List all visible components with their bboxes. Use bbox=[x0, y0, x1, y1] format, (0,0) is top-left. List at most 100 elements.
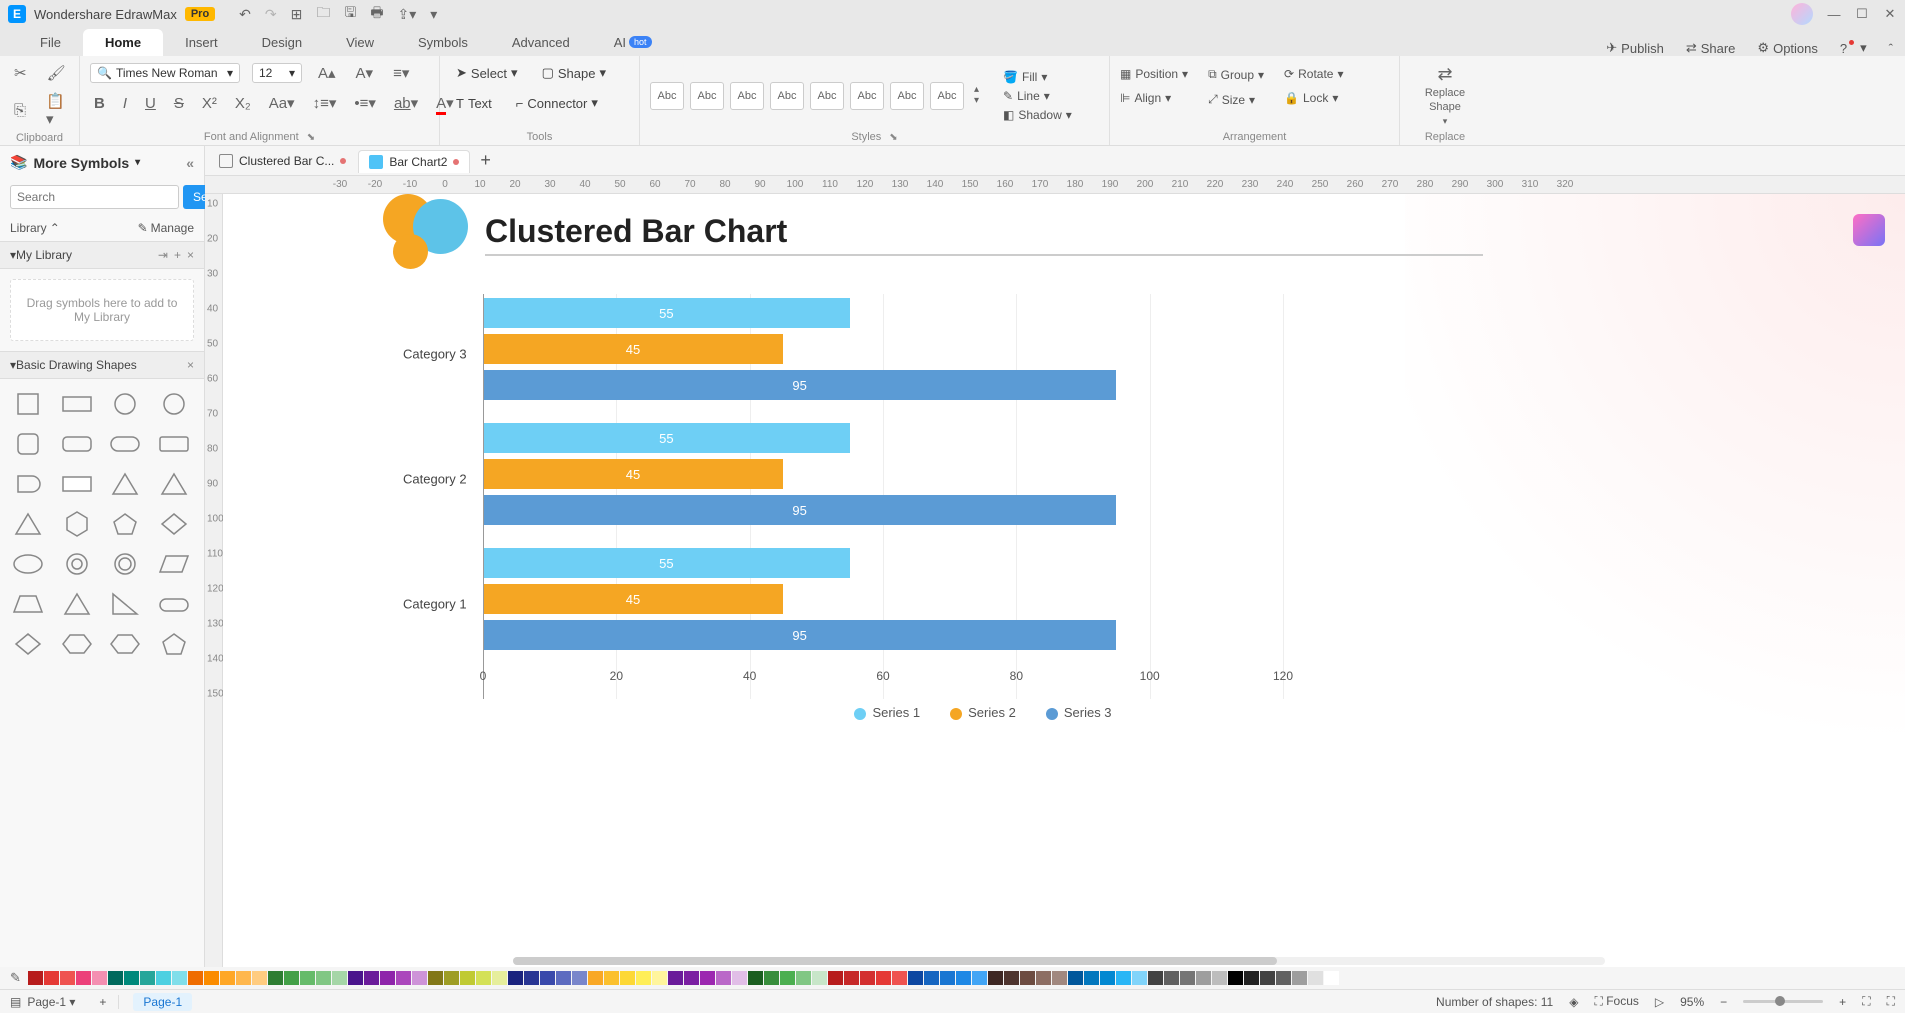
color-swatch[interactable] bbox=[684, 971, 699, 985]
drawing-canvas[interactable]: Clustered Bar Chart Category 3554595Cate… bbox=[223, 194, 1905, 967]
my-library-section[interactable]: ▾ My Library ⇥ + × bbox=[0, 241, 204, 269]
case-icon[interactable]: Aa▾ bbox=[265, 92, 299, 114]
color-swatch[interactable] bbox=[620, 971, 635, 985]
color-swatch[interactable] bbox=[284, 971, 299, 985]
shape-hexagon-v[interactable] bbox=[59, 509, 95, 539]
save-icon[interactable]: 🖫 bbox=[344, 2, 356, 26]
color-swatch[interactable] bbox=[732, 971, 747, 985]
close-section-icon[interactable]: × bbox=[187, 248, 194, 262]
color-swatch[interactable] bbox=[1020, 971, 1035, 985]
menu-advanced[interactable]: Advanced bbox=[490, 29, 592, 56]
shape-d[interactable] bbox=[10, 469, 46, 499]
color-swatch[interactable] bbox=[396, 971, 411, 985]
color-swatch[interactable] bbox=[1164, 971, 1179, 985]
style-preview[interactable]: Abc bbox=[890, 82, 924, 110]
ruler-horizontal[interactable]: -30-20-100102030405060708090100110120130… bbox=[205, 176, 1905, 194]
color-swatch[interactable] bbox=[908, 971, 923, 985]
align-icon[interactable]: ≡▾ bbox=[389, 62, 413, 84]
zoom-value[interactable]: 95% bbox=[1680, 995, 1704, 1009]
color-swatch[interactable] bbox=[1324, 971, 1339, 985]
shadow-button[interactable]: ◧Shadow ▾ bbox=[1003, 107, 1072, 123]
color-swatch[interactable] bbox=[796, 971, 811, 985]
styles-expand-icon[interactable]: ⬊ bbox=[889, 132, 897, 143]
connector-tool[interactable]: ⌐Connector ▾ bbox=[510, 92, 604, 114]
color-swatch[interactable] bbox=[956, 971, 971, 985]
color-swatch[interactable] bbox=[348, 971, 363, 985]
add-icon[interactable]: + bbox=[174, 248, 181, 262]
chart-bar[interactable]: 45 bbox=[483, 584, 783, 614]
shape-parallelogram[interactable] bbox=[156, 549, 192, 579]
color-swatch[interactable] bbox=[876, 971, 891, 985]
menu-design[interactable]: Design bbox=[240, 29, 324, 56]
color-swatch[interactable] bbox=[76, 971, 91, 985]
font-size-select[interactable]: 12▾ bbox=[252, 63, 302, 83]
color-swatch[interactable] bbox=[828, 971, 843, 985]
color-swatch[interactable] bbox=[204, 971, 219, 985]
maximize-button[interactable]: ☐ bbox=[1855, 7, 1869, 21]
color-swatch[interactable] bbox=[588, 971, 603, 985]
color-swatch[interactable] bbox=[44, 971, 59, 985]
line-button[interactable]: ✎Line ▾ bbox=[1003, 88, 1072, 104]
zoom-slider[interactable] bbox=[1743, 1000, 1823, 1003]
color-swatch[interactable] bbox=[1180, 971, 1195, 985]
color-swatch[interactable] bbox=[332, 971, 347, 985]
color-swatch[interactable] bbox=[668, 971, 683, 985]
close-section-icon[interactable]: × bbox=[187, 358, 194, 372]
color-swatch[interactable] bbox=[860, 971, 875, 985]
select-tool[interactable]: ➤Select ▾ bbox=[450, 62, 524, 84]
menu-file[interactable]: File bbox=[18, 29, 83, 56]
color-swatch[interactable] bbox=[156, 971, 171, 985]
color-swatch[interactable] bbox=[460, 971, 475, 985]
color-swatch[interactable] bbox=[524, 971, 539, 985]
color-swatch[interactable] bbox=[1036, 971, 1051, 985]
style-preview[interactable]: Abc bbox=[810, 82, 844, 110]
color-swatch[interactable] bbox=[1004, 971, 1019, 985]
chart-bar[interactable]: 45 bbox=[483, 334, 783, 364]
chart-bar[interactable]: 45 bbox=[483, 459, 783, 489]
paste-icon[interactable]: 📋▾ bbox=[42, 90, 69, 130]
color-swatch[interactable] bbox=[1276, 971, 1291, 985]
decrease-font-icon[interactable]: A▾ bbox=[352, 62, 378, 84]
menu-symbols[interactable]: Symbols bbox=[396, 29, 490, 56]
color-swatch[interactable] bbox=[1132, 971, 1147, 985]
focus-button[interactable]: ⛶ Focus bbox=[1594, 994, 1638, 1009]
style-more-icon[interactable]: ▴▾ bbox=[970, 82, 983, 110]
library-dropzone[interactable]: Drag symbols here to add to My Library bbox=[10, 279, 194, 341]
shape-rect-fill[interactable] bbox=[59, 469, 95, 499]
color-swatch[interactable] bbox=[540, 971, 555, 985]
style-preview[interactable]: Abc bbox=[930, 82, 964, 110]
shape-triangle[interactable] bbox=[107, 469, 143, 499]
new-icon[interactable]: ⊞ bbox=[291, 6, 303, 23]
color-swatch[interactable] bbox=[380, 971, 395, 985]
options-button[interactable]: ⚙Options bbox=[1757, 40, 1817, 56]
shape-tool[interactable]: ▢Shape ▾ bbox=[536, 62, 612, 84]
text-tool[interactable]: TText bbox=[450, 93, 498, 114]
color-swatch[interactable] bbox=[748, 971, 763, 985]
ruler-vertical[interactable]: 102030405060708090100110120130140150 bbox=[205, 194, 223, 967]
sidebar-collapse-icon[interactable]: « bbox=[186, 155, 194, 171]
shape-circle[interactable] bbox=[107, 389, 143, 419]
position-button[interactable]: ▦Position ▾ bbox=[1120, 66, 1188, 82]
publish-button[interactable]: ✈Publish bbox=[1606, 40, 1664, 56]
canvas-scrollbar-h[interactable] bbox=[513, 957, 1605, 965]
color-swatch[interactable] bbox=[812, 971, 827, 985]
ai-assistant-icon[interactable] bbox=[1853, 214, 1885, 246]
color-swatch[interactable] bbox=[108, 971, 123, 985]
share-button[interactable]: ⇄Share bbox=[1686, 40, 1736, 56]
shape-round-square[interactable] bbox=[10, 429, 46, 459]
shape-right-triangle[interactable] bbox=[107, 589, 143, 619]
shape-round-rect3[interactable] bbox=[156, 429, 192, 459]
color-swatch[interactable] bbox=[60, 971, 75, 985]
color-swatch[interactable] bbox=[124, 971, 139, 985]
fullscreen-icon[interactable]: ⛶ bbox=[1887, 994, 1895, 1009]
color-swatch[interactable] bbox=[476, 971, 491, 985]
color-swatch[interactable] bbox=[1244, 971, 1259, 985]
export-icon[interactable]: ⇪▾ bbox=[398, 6, 417, 23]
chart-object[interactable]: Clustered Bar Chart Category 3554595Cate… bbox=[383, 194, 1483, 729]
legend-item[interactable]: Series 3 bbox=[1046, 705, 1112, 720]
color-swatch[interactable] bbox=[1292, 971, 1307, 985]
shape-circle2[interactable] bbox=[156, 389, 192, 419]
color-swatch[interactable] bbox=[1308, 971, 1323, 985]
font-name-select[interactable]: 🔍Times New Roman▾ bbox=[90, 63, 240, 83]
ribbon-collapse-button[interactable]: ˆ bbox=[1889, 41, 1893, 56]
